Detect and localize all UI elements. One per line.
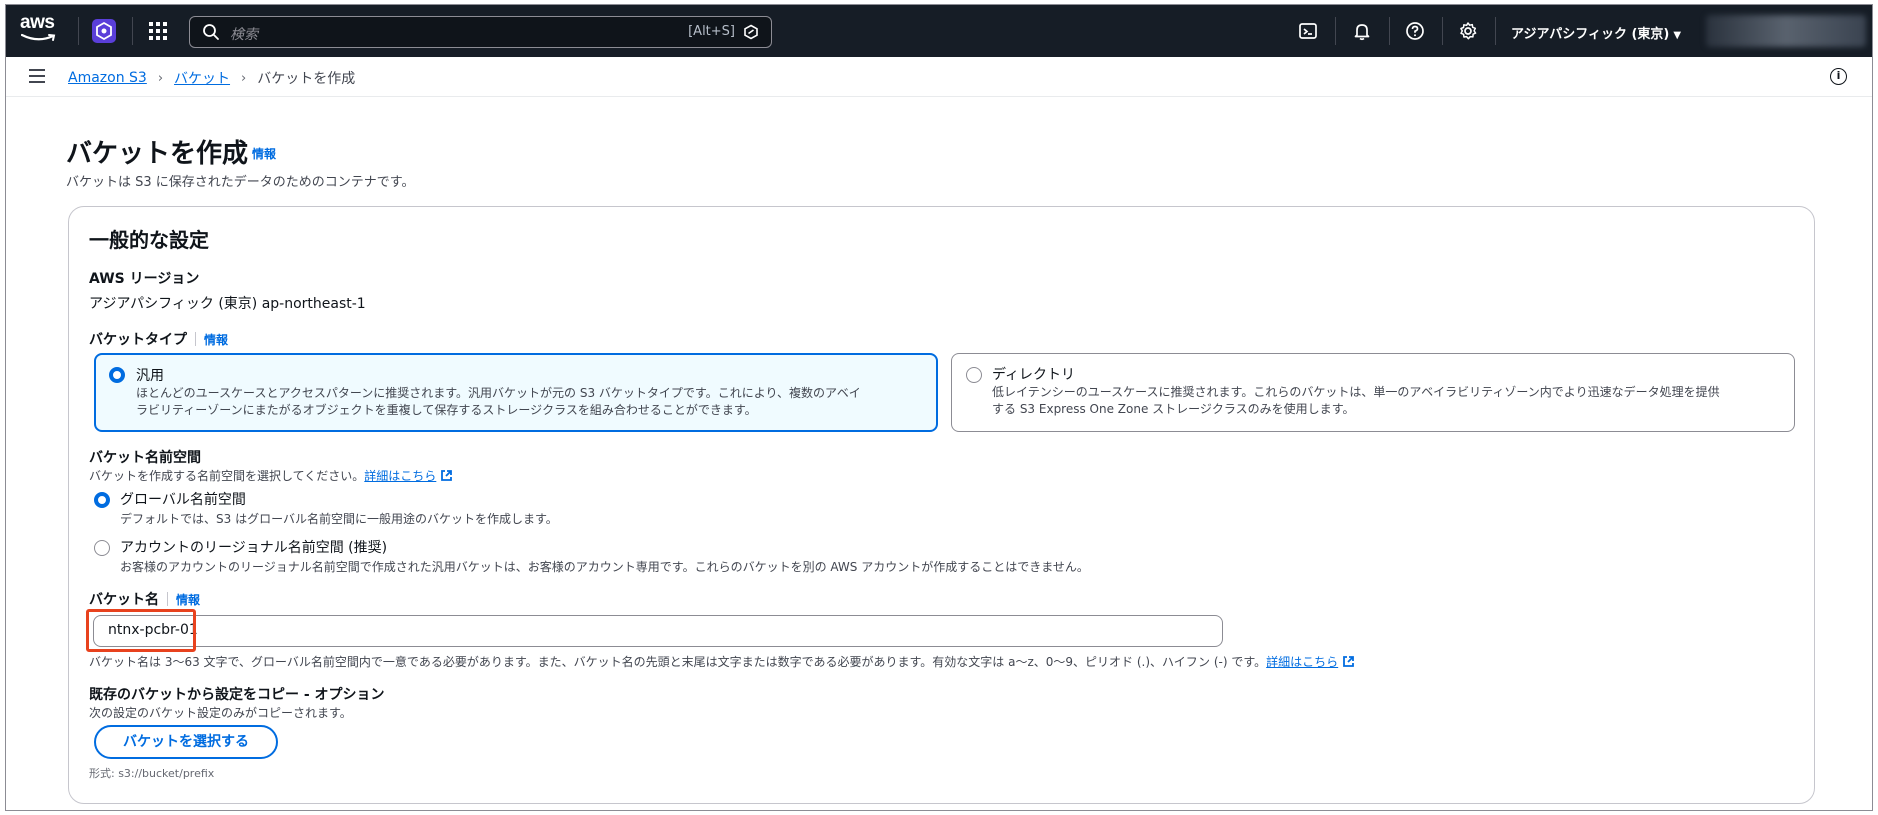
cloudshell-icon[interactable]	[1298, 21, 1318, 41]
account-menu[interactable]	[1706, 15, 1866, 47]
info-panel-icon[interactable]: i	[1830, 68, 1847, 85]
console-window: aws 検索 [Alt+S] アジアパシフィック (東京) ▼ Amazon S…	[5, 4, 1873, 811]
page-description: バケットは S3 に保存されたデータのためのコンテナです。	[66, 175, 415, 190]
search-bar[interactable]: 検索 [Alt+S]	[189, 16, 772, 48]
region-label: アジアパシフィック (東京)	[1511, 27, 1670, 42]
copy-settings-label: 既存のバケットから設定をコピー - オプション	[89, 687, 385, 703]
help-icon[interactable]	[1405, 21, 1425, 41]
bucket-type-info-link[interactable]: 情報	[204, 333, 228, 347]
header-info-link[interactable]: 情報	[252, 145, 276, 162]
breadcrumb-buckets[interactable]: バケット	[174, 68, 230, 88]
annotation-highlight	[86, 609, 196, 652]
breadcrumb: Amazon S3 › バケット › バケットを作成	[68, 68, 355, 88]
namespace-description: バケットを作成する名前空間を選択してください。	[89, 469, 365, 483]
global-namespace-title: グローバル名前空間	[120, 492, 246, 508]
bucket-type-general-purpose-tile[interactable]: 汎用 ほとんどのユースケースとアクセスパターンに推奨されます。汎用バケットが元の…	[94, 353, 938, 432]
nav-divider	[1495, 17, 1496, 45]
general-purpose-radio[interactable]	[109, 367, 125, 383]
namespace-label: バケット名前空間	[89, 450, 201, 466]
shortcut-hexagon-icon	[744, 24, 758, 40]
top-navigation: aws 検索 [Alt+S] アジアパシフィック (東京) ▼	[6, 5, 1872, 57]
bucket-type-label: バケットタイプ	[89, 332, 187, 348]
bucket-name-label: バケット名	[89, 592, 159, 608]
hamburger-menu-icon[interactable]	[29, 69, 45, 83]
bucket-type-label-row: バケットタイプ 情報	[89, 329, 228, 349]
bucket-name-learn-more-link[interactable]: 詳細はこちら	[1266, 655, 1338, 669]
breadcrumb-amazon-s3[interactable]: Amazon S3	[68, 70, 147, 86]
aws-region-label: AWS リージョン	[89, 271, 200, 287]
global-namespace-radio[interactable]	[94, 492, 110, 508]
breadcrumb-current: バケットを作成	[257, 71, 356, 87]
services-grid-icon[interactable]	[149, 22, 167, 40]
general-settings-title: 一般的な設定	[89, 228, 209, 252]
nav-divider	[1335, 17, 1336, 45]
app-hexagon-icon[interactable]	[92, 19, 116, 43]
nav-divider	[1389, 17, 1390, 45]
region-selector[interactable]: アジアパシフィック (東京) ▼	[1511, 23, 1681, 42]
general-purpose-description: ほとんどのユースケースとアクセスパターンに推奨されます。汎用バケットが元の S3…	[136, 386, 861, 417]
bucket-name-info-link[interactable]: 情報	[176, 593, 200, 607]
nav-divider	[132, 17, 133, 45]
bucket-name-label-row: バケット名 情報	[89, 589, 200, 609]
copy-settings-description: 次の設定のバケット設定のみがコピーされます。	[89, 706, 352, 720]
chevron-right-icon: ›	[241, 70, 247, 86]
directory-title: ディレクトリ	[992, 367, 1076, 383]
external-link-icon	[441, 470, 453, 481]
aws-logo[interactable]: aws	[20, 13, 66, 49]
bucket-name-hint-row: バケット名は 3〜63 文字で、グローバル名前空間内で一意である必要があります。…	[89, 653, 1355, 670]
search-shortcut: [Alt+S]	[688, 24, 735, 39]
nav-divider	[1442, 17, 1443, 45]
search-placeholder: 検索	[230, 27, 258, 43]
bell-icon[interactable]	[1352, 21, 1372, 41]
copy-settings-format: 形式: s3://bucket/prefix	[89, 767, 215, 780]
bucket-name-hint: バケット名は 3〜63 文字で、グローバル名前空間内で一意である必要があります。…	[89, 655, 1267, 669]
external-link-icon	[1343, 656, 1355, 667]
breadcrumb-bar: Amazon S3 › バケット › バケットを作成 i	[6, 57, 1872, 97]
directory-description: 低レイテンシーのユースケースに推奨されます。これらのバケットは、単一のアベイラビ…	[992, 385, 1720, 416]
label-divider	[195, 332, 196, 346]
chevron-right-icon: ›	[157, 70, 164, 86]
label-divider	[167, 592, 168, 606]
aws-smile-icon	[21, 33, 56, 41]
caret-down-icon: ▼	[1673, 30, 1682, 41]
bucket-type-directory-tile[interactable]: ディレクトリ 低レイテンシーのユースケースに推奨されます。これらのバケットは、単…	[951, 353, 1795, 432]
bucket-name-input[interactable]	[108, 622, 1008, 638]
namespace-description-row: バケットを作成する名前空間を選択してください。詳細はこちら	[89, 467, 453, 484]
general-purpose-title: 汎用	[136, 368, 164, 384]
regional-namespace-radio[interactable]	[94, 540, 110, 556]
page-title: バケットを作成	[66, 139, 249, 169]
regional-namespace-title: アカウントのリージョナル名前空間 (推奨)	[120, 540, 388, 556]
aws-region-value: アジアパシフィック (東京) ap-northeast-1	[89, 296, 366, 312]
choose-bucket-button[interactable]: バケットを選択する	[94, 725, 278, 759]
global-namespace-description: デフォルトでは、S3 はグローバル名前空間に一般用途のバケットを作成します。	[120, 512, 558, 526]
gear-icon[interactable]	[1458, 21, 1478, 41]
bucket-name-field[interactable]	[93, 615, 1223, 647]
directory-radio[interactable]	[966, 367, 982, 383]
search-icon	[203, 24, 219, 40]
namespace-learn-more-link[interactable]: 詳細はこちら	[364, 469, 436, 483]
regional-namespace-description: お客様のアカウントのリージョナル名前空間で作成された汎用バケットは、お客様のアカ…	[120, 560, 1089, 574]
nav-divider	[78, 17, 79, 45]
